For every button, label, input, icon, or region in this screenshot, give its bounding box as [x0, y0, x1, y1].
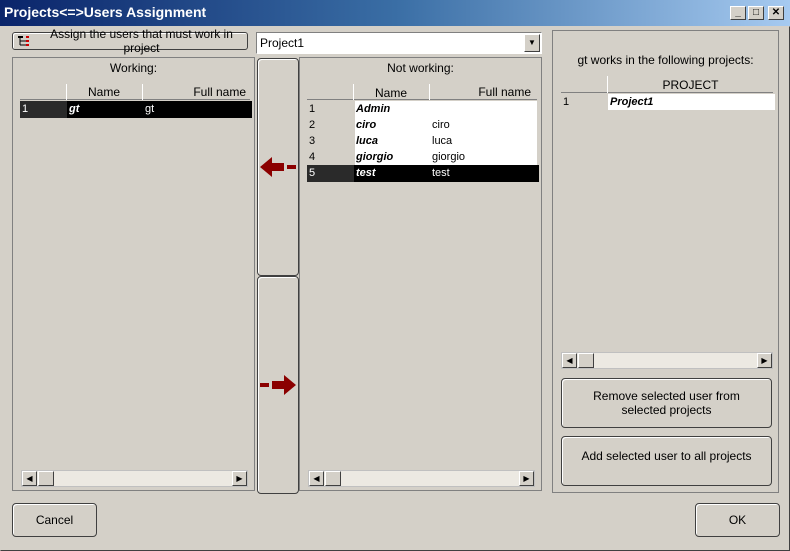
column-divider: [429, 84, 430, 100]
window-title: Projects<=>Users Assignment: [4, 4, 207, 20]
project-select-value: Project1: [260, 36, 305, 50]
scroll-left-icon[interactable]: ◀: [22, 471, 37, 486]
row-number: 1: [20, 101, 68, 118]
project-col-header[interactable]: PROJECT: [608, 78, 773, 92]
user-fullname[interactable]: ciro: [430, 117, 539, 133]
row-number: 5: [307, 165, 355, 182]
projects-panel: gt works in the following projects: PROJ…: [552, 30, 779, 493]
user-name[interactable]: Admin: [354, 101, 431, 117]
table-row[interactable]: 1 Admin: [307, 101, 537, 117]
user-name[interactable]: test: [354, 165, 431, 182]
user-fullname[interactable]: giorgio: [430, 149, 539, 165]
cancel-button[interactable]: Cancel: [12, 503, 97, 537]
user-fullname[interactable]: luca: [430, 133, 539, 149]
working-panel: Working: Name Full name 1 gt gt ◀ ▶: [12, 57, 255, 491]
remove-user-from-projects-button[interactable]: Remove selected user from selected proje…: [561, 378, 772, 428]
maximize-button[interactable]: □: [748, 6, 764, 20]
scroll-right-icon[interactable]: ▶: [232, 471, 247, 486]
project-select[interactable]: Project1 ▼: [256, 32, 542, 54]
arrow-left-icon: [260, 157, 296, 177]
scroll-thumb[interactable]: [325, 471, 341, 486]
working-header: Name Full name: [20, 84, 250, 100]
project-name[interactable]: Project1: [608, 94, 775, 110]
table-row[interactable]: 4 giorgio giorgio: [307, 149, 537, 165]
table-row[interactable]: 1 Project1: [561, 94, 775, 110]
scroll-thumb[interactable]: [38, 471, 54, 486]
row-number: 2: [307, 117, 355, 133]
ok-button[interactable]: OK: [695, 503, 780, 537]
projects-hscrollbar[interactable]: ◀ ▶: [561, 352, 773, 369]
close-button[interactable]: ✕: [768, 6, 784, 20]
table-row[interactable]: 3 luca luca: [307, 133, 537, 149]
arrow-right-icon: [260, 375, 296, 395]
table-row[interactable]: 1 gt gt: [20, 101, 252, 118]
not-working-header: Name Full name: [307, 84, 537, 100]
scroll-left-icon[interactable]: ◀: [562, 353, 577, 368]
table-row[interactable]: 2 ciro ciro: [307, 117, 537, 133]
tree-icon: [17, 35, 31, 47]
not-working-hscrollbar[interactable]: ◀ ▶: [308, 470, 535, 487]
row-number: 1: [563, 96, 570, 108]
move-to-working-button[interactable]: [257, 58, 299, 276]
user-name[interactable]: gt: [67, 101, 144, 118]
row-number: 1: [307, 101, 355, 117]
minimize-button[interactable]: _: [730, 6, 746, 20]
user-name[interactable]: giorgio: [354, 149, 431, 165]
table-row[interactable]: 5 test test: [307, 165, 539, 182]
working-title: Working:: [109, 61, 158, 75]
working-hscrollbar[interactable]: ◀ ▶: [21, 470, 248, 487]
add-user-to-all-projects-button[interactable]: Add selected user to all projects: [561, 436, 772, 486]
scroll-right-icon[interactable]: ▶: [757, 353, 772, 368]
move-to-not-working-button[interactable]: [257, 276, 299, 494]
assign-users-button[interactable]: Assign the users that must work in proje…: [12, 27, 248, 55]
projects-header: PROJECT: [561, 76, 773, 93]
scroll-thumb[interactable]: [578, 353, 594, 368]
column-divider: [142, 84, 143, 100]
working-col-fullname[interactable]: Full name: [170, 85, 250, 99]
not-working-panel: Not working: Name Full name 1 Admin 2 ci…: [299, 57, 542, 491]
user-fullname[interactable]: gt: [143, 101, 252, 118]
working-col-name[interactable]: Name: [66, 85, 142, 99]
chevron-down-icon[interactable]: ▼: [524, 34, 540, 52]
not-working-col-name[interactable]: Name: [353, 86, 429, 100]
user-name[interactable]: ciro: [354, 117, 431, 133]
row-number: 3: [307, 133, 355, 149]
not-working-title: Not working:: [387, 61, 454, 75]
row-number: 4: [307, 149, 355, 165]
assign-users-label: Assign the users that must work in proje…: [50, 27, 233, 55]
projects-panel-title: gt works in the following projects:: [577, 53, 754, 67]
user-name[interactable]: luca: [354, 133, 431, 149]
not-working-col-fullname[interactable]: Full name: [457, 85, 537, 99]
scroll-left-icon[interactable]: ◀: [309, 471, 324, 486]
scroll-right-icon[interactable]: ▶: [519, 471, 534, 486]
user-fullname[interactable]: test: [430, 165, 539, 182]
